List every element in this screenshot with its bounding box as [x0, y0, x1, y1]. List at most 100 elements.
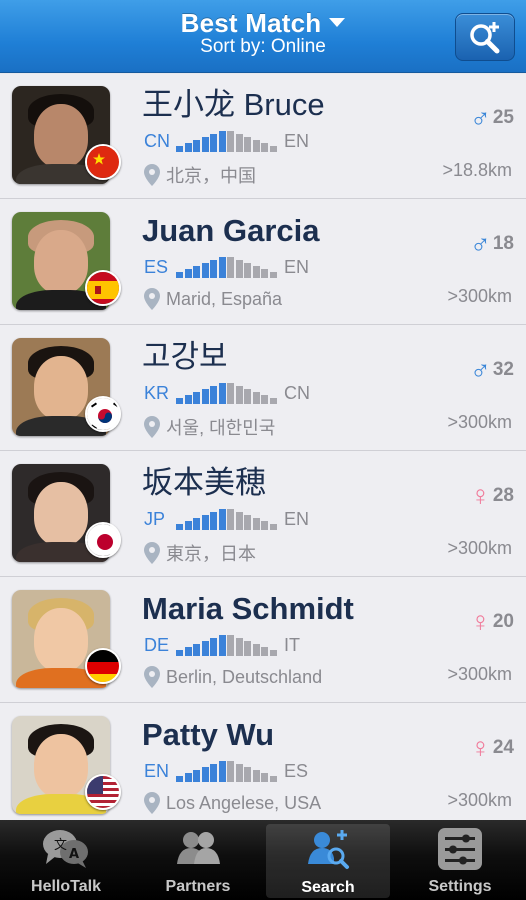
svg-text:A: A	[69, 847, 79, 862]
flag-de-icon	[85, 648, 121, 684]
language-levels: KR CN	[144, 382, 310, 408]
location-text: Berlin, Deutschland	[166, 666, 323, 687]
level-bars	[176, 760, 280, 782]
location: 北京，中国	[144, 162, 256, 186]
native-language: KR	[144, 382, 170, 403]
level-bar	[193, 770, 200, 782]
level-bar	[218, 761, 226, 782]
flag-jp-icon	[85, 522, 121, 558]
tab-hellotalk[interactable]: 文 A HelloTalk	[0, 820, 132, 900]
level-bar	[176, 398, 183, 404]
chat-bubbles-icon: 文 A	[43, 830, 88, 868]
language-levels: ES EN	[144, 256, 309, 282]
age: 25	[492, 107, 514, 128]
level-bar	[252, 392, 260, 404]
level-bar	[261, 143, 268, 152]
avatar-face	[34, 482, 88, 546]
level-bar	[201, 389, 209, 404]
location: Berlin, Deutschland	[144, 666, 322, 690]
level-bar	[176, 776, 183, 782]
tab-search[interactable]: Search	[266, 824, 390, 898]
level-bar	[201, 641, 209, 656]
user-row[interactable]: 고강보 KR CN 서울, 대한민국 ♂ 32 >300km	[0, 326, 526, 451]
level-bar	[176, 146, 183, 152]
location-pin-icon	[144, 542, 160, 564]
level-bar	[210, 386, 217, 404]
female-icon: ♀	[469, 480, 491, 511]
level-bars	[176, 634, 280, 656]
svg-text:文: 文	[54, 838, 67, 853]
native-language: EN	[144, 760, 170, 781]
user-row[interactable]: Patty Wu EN ES Los Angelese, USA ♀ 24 >300…	[0, 704, 526, 820]
user-list: 王小龙 Bruce CN EN 北京，中国 ♂ 25 >18.8km Juan Ga…	[0, 74, 526, 820]
level-bar	[244, 641, 251, 656]
level-bar	[244, 263, 251, 278]
page-title[interactable]: Best Match	[181, 8, 322, 38]
level-bar	[210, 134, 217, 152]
sort-selector[interactable]: Best Match Sort by: Online	[0, 8, 526, 58]
level-bar	[261, 647, 268, 656]
level-bar	[184, 395, 192, 404]
level-bars	[176, 508, 280, 530]
user-name: 고강보	[142, 339, 228, 374]
caret-down-icon[interactable]	[329, 17, 346, 27]
language-levels: CN EN	[144, 130, 309, 156]
level-bar	[269, 398, 277, 404]
advanced-search-button[interactable]	[455, 13, 515, 61]
level-bar	[227, 257, 234, 278]
distance: >300km	[447, 286, 512, 306]
distance: >300km	[447, 664, 512, 684]
native-language: DE	[144, 634, 170, 655]
location-pin-icon	[144, 164, 160, 186]
user-row[interactable]: 坂本美穂 JP EN 東京，日本 ♀ 28 >300km	[0, 452, 526, 577]
native-language: ES	[144, 256, 169, 277]
location-text: Los Angelese, USA	[166, 792, 322, 813]
level-bar	[261, 395, 268, 404]
level-bar	[218, 257, 226, 278]
language-levels: DE IT	[144, 634, 300, 660]
learning-language: EN	[284, 256, 310, 277]
female-icon: ♀	[469, 732, 491, 763]
level-bar	[218, 509, 226, 530]
learning-language: EN	[284, 508, 310, 529]
level-bar	[261, 521, 268, 530]
location-pin-icon	[144, 666, 160, 688]
location: 東京，日本	[144, 540, 256, 564]
tab-bar: 文 A HelloTalk Partners Search Settings	[0, 820, 526, 900]
native-language: CN	[144, 130, 170, 151]
avatar-face	[34, 356, 88, 420]
male-icon: ♂	[469, 102, 491, 133]
level-bar	[210, 260, 217, 278]
learning-language: EN	[284, 130, 310, 151]
location: Los Angelese, USA	[144, 792, 321, 816]
tab-partners[interactable]: Partners	[132, 820, 264, 900]
user-row[interactable]: Juan Garcia ES EN Marid, España ♂ 18 >300k…	[0, 200, 526, 325]
level-bar	[261, 773, 268, 782]
level-bar	[269, 650, 277, 656]
male-icon: ♂	[469, 228, 491, 259]
sort-label[interactable]: Sort by: Online	[0, 36, 526, 58]
learning-language: CN	[284, 382, 310, 403]
location-text: 北京，中国	[166, 166, 256, 186]
location-pin-icon	[144, 288, 160, 310]
level-bar	[184, 647, 192, 656]
distance: >300km	[447, 790, 512, 810]
level-bar	[227, 635, 234, 656]
user-row[interactable]: 王小龙 Bruce CN EN 北京，中国 ♂ 25 >18.8km	[0, 74, 526, 199]
level-bar	[252, 518, 260, 530]
level-bar	[235, 134, 243, 152]
user-name: Maria Schmidt	[142, 591, 354, 626]
level-bar	[252, 644, 260, 656]
level-bar	[235, 638, 243, 656]
level-bar	[193, 140, 200, 152]
distance: >300km	[447, 538, 512, 558]
native-language: JP	[144, 508, 166, 529]
male-icon: ♂	[469, 354, 491, 385]
level-bar	[201, 263, 209, 278]
tab-settings[interactable]: Settings	[394, 820, 526, 900]
location-text: 서울, 대한민국	[166, 418, 276, 438]
language-levels: JP EN	[144, 508, 309, 534]
user-name: Juan Garcia	[142, 213, 320, 248]
user-row[interactable]: Maria Schmidt DE IT Berlin, Deutschland ♀…	[0, 578, 526, 703]
location-text: 東京，日本	[166, 544, 256, 564]
